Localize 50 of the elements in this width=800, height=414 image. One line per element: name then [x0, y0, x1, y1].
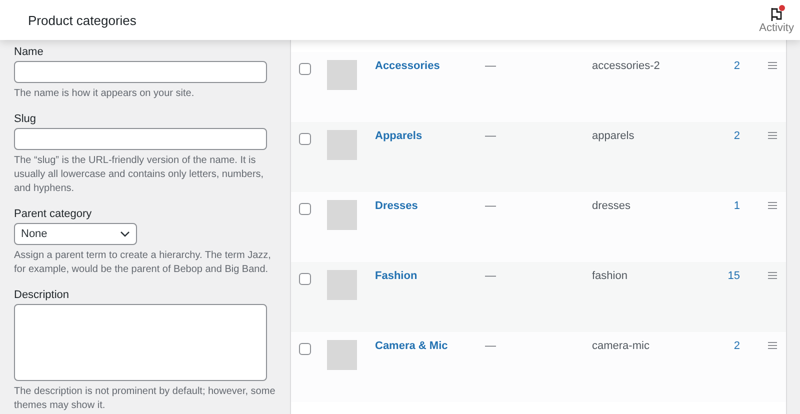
slug-cell-text: dresses: [592, 200, 632, 212]
text-field[interactable]: [14, 128, 267, 150]
description-cell-text: —: [485, 60, 497, 72]
slug-cell-text: accessories-2: [592, 60, 661, 72]
category-name-link[interactable]: Dresses: [375, 200, 485, 212]
text-field[interactable]: [14, 61, 267, 83]
row-checkbox[interactable]: [299, 273, 311, 285]
slug-cell-text: apparels: [592, 130, 636, 142]
category-name-link[interactable]: Accessories: [375, 60, 485, 72]
count-link[interactable]: 1: [717, 200, 740, 212]
count-link[interactable]: 15: [717, 270, 740, 282]
category-name-link[interactable]: Camera & Mic: [375, 340, 485, 352]
field-label: Name: [14, 46, 44, 58]
row-checkbox[interactable]: [299, 343, 311, 355]
drag-handle-icon[interactable]: [768, 132, 777, 139]
photo-placeholder: [327, 340, 357, 370]
help-text: The “slug” is the URL-friendly version of the name. It is usually all lowercase and contains only letters, numbers, and hyphens.: [14, 154, 265, 196]
field-label: Parent category: [14, 208, 93, 220]
count-link[interactable]: 2: [717, 340, 740, 352]
help-text: The description is not prominent by default; however, some themes may show it.: [14, 385, 276, 413]
help-text: The name is how it appears on your site.: [14, 87, 196, 101]
description-cell-text: —: [485, 200, 497, 212]
row-checkbox[interactable]: [299, 133, 311, 145]
drag-handle-icon[interactable]: [768, 342, 777, 349]
photo-placeholder: [327, 270, 357, 300]
category-name-link[interactable]: Fashion: [375, 270, 485, 282]
slug-cell-text: camera-mic: [592, 340, 650, 352]
drag-handle-icon[interactable]: [768, 202, 777, 209]
photo-placeholder: [327, 130, 357, 160]
row-checkbox[interactable]: [299, 203, 311, 215]
photo-placeholder: [327, 200, 357, 230]
description-field[interactable]: [14, 304, 267, 381]
page-title: Product categories: [28, 12, 136, 28]
row-checkbox[interactable]: [299, 63, 311, 75]
activity-button[interactable]: Activity: [759, 6, 794, 34]
photo-placeholder: [327, 60, 357, 90]
help-text: Assign a parent term to create a hierarchy. The term Jazz, for example, would be the parent of Bebop and Big Band.: [14, 249, 272, 277]
chevron-down-icon: [120, 231, 130, 237]
count-link[interactable]: 2: [717, 60, 740, 72]
description-cell-text: —: [485, 340, 497, 352]
slug-cell-text: fashion: [592, 270, 628, 282]
parent-dropdown[interactable]: None: [14, 223, 137, 245]
description-cell-text: —: [485, 270, 497, 282]
count-link[interactable]: 2: [717, 130, 740, 142]
drag-handle-icon[interactable]: [768, 62, 777, 69]
category-name-link[interactable]: Apparels: [375, 130, 485, 142]
field-label: Slug: [14, 113, 38, 125]
drag-handle-icon[interactable]: [768, 272, 777, 279]
field-label: Description: [14, 289, 70, 301]
description-cell-text: —: [485, 130, 497, 142]
